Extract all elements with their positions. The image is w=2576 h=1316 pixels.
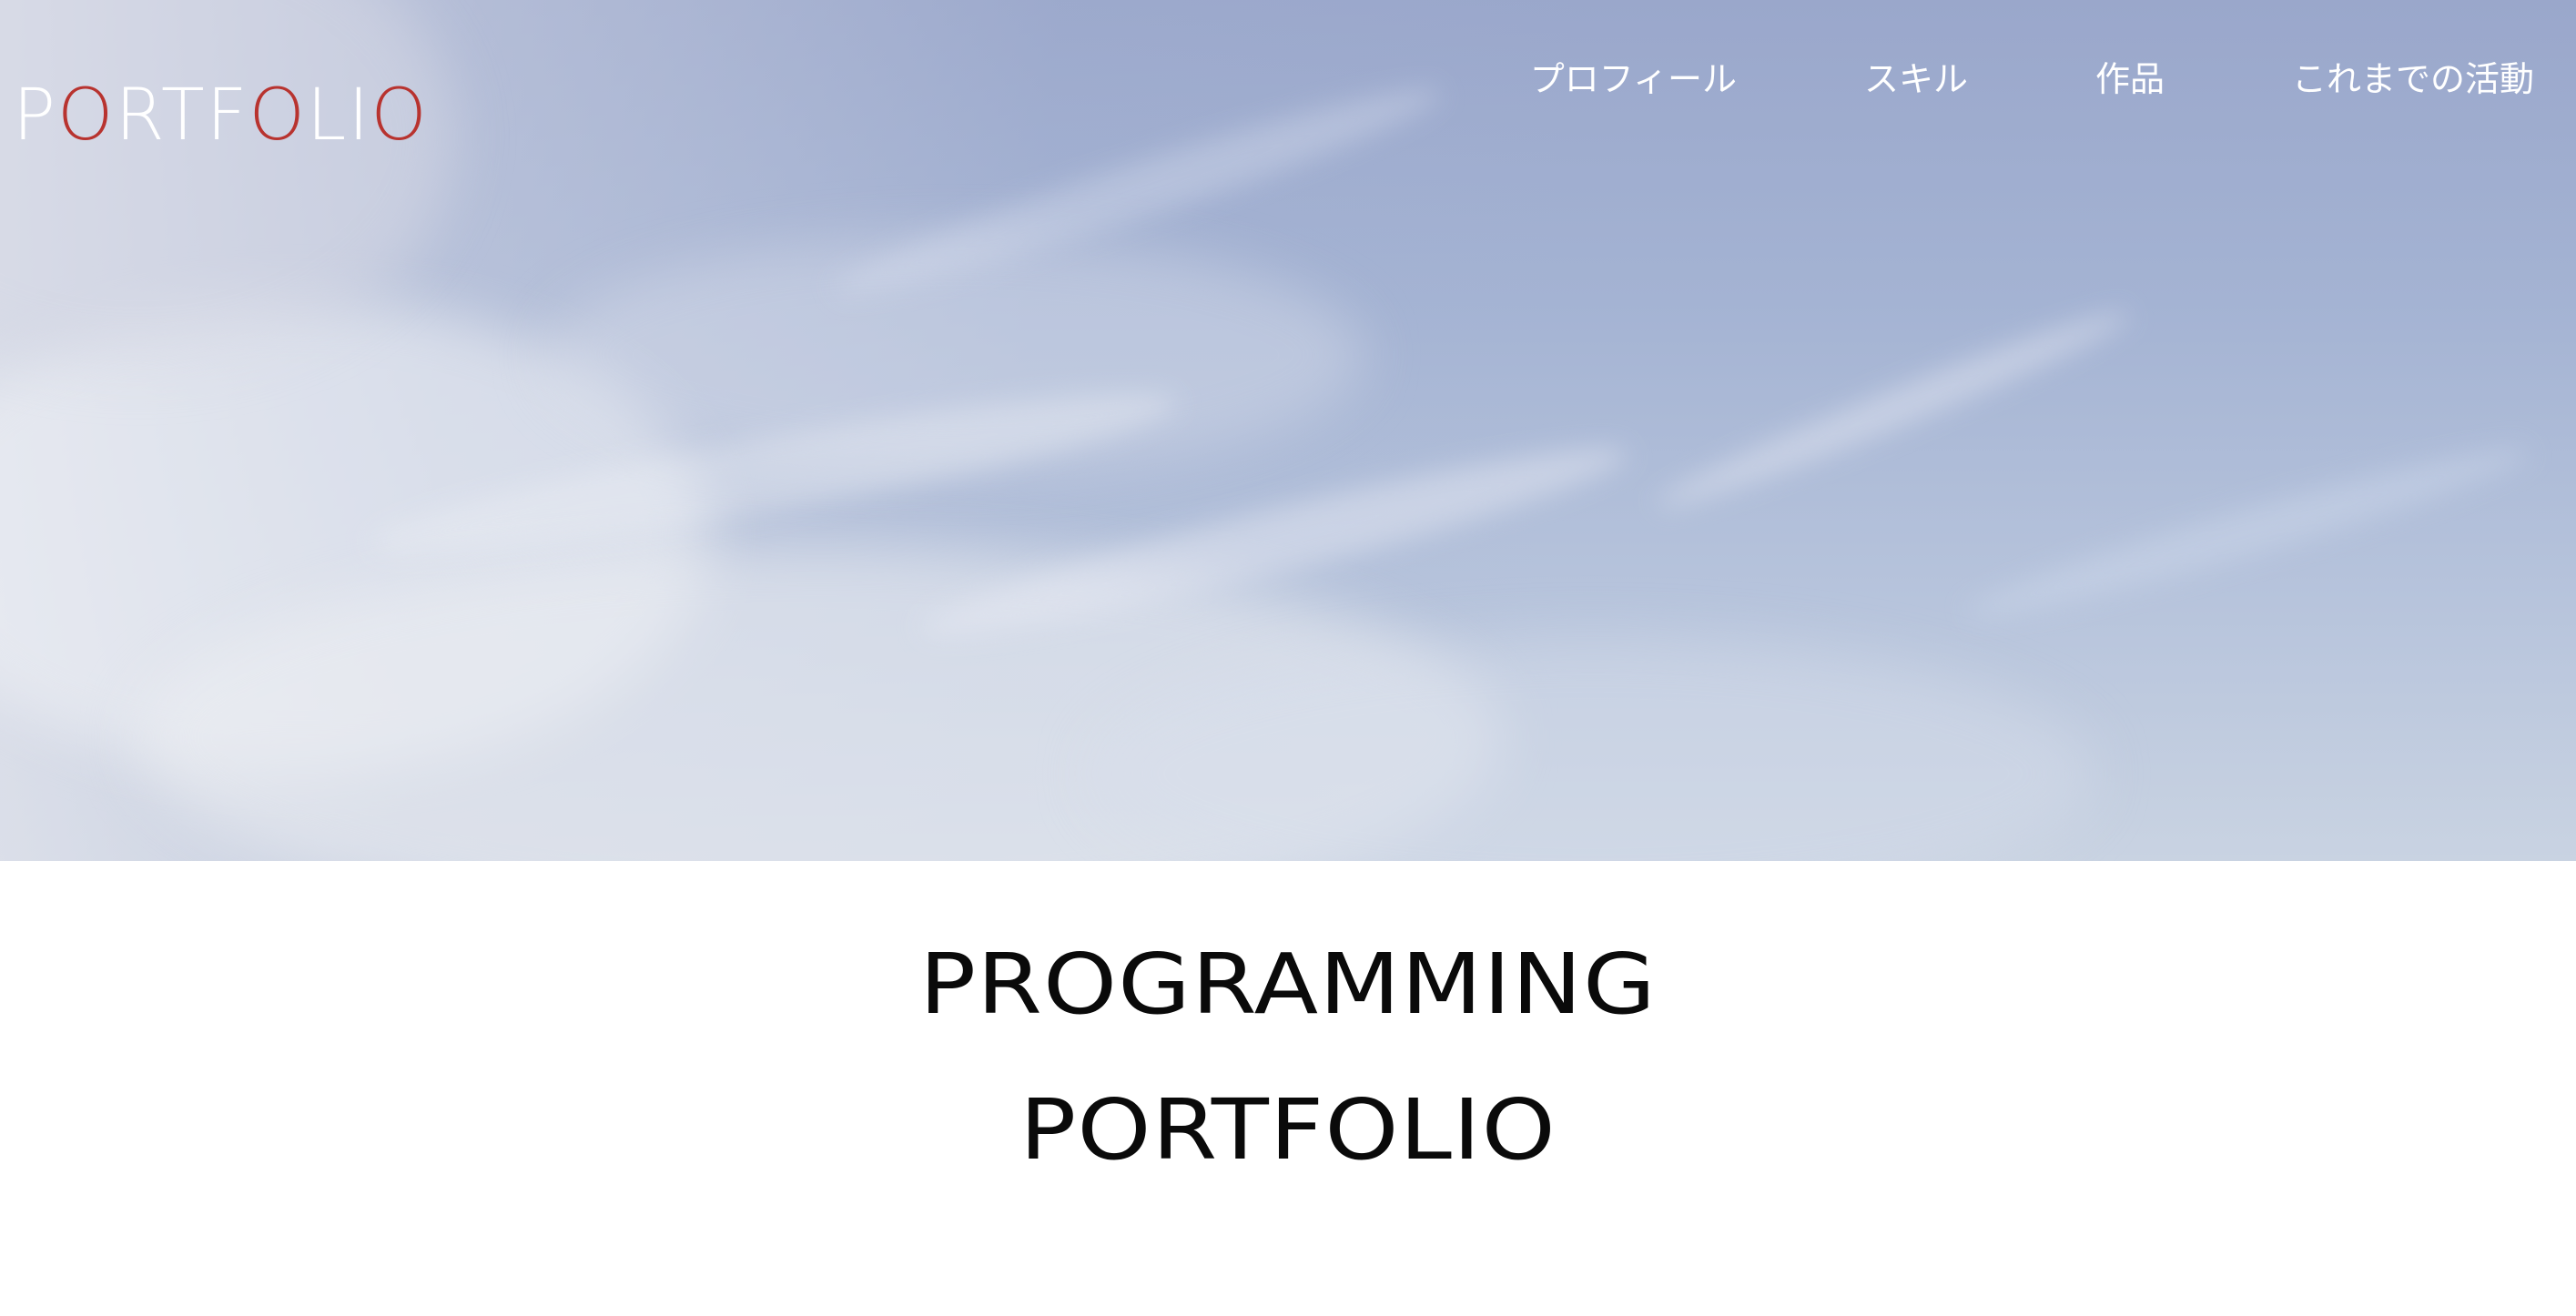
main-nav: プロフィール スキル 作品 これまでの活動 bbox=[1530, 56, 2534, 102]
logo-link[interactable]: PORTFOLIO bbox=[13, 80, 429, 151]
logo-letter: R bbox=[115, 75, 161, 157]
page: PORTFOLIO プロフィール スキル 作品 これまでの活動 PROGRAMM… bbox=[0, 0, 2576, 1316]
logo-letter: O bbox=[57, 75, 116, 157]
logo-letter: I bbox=[348, 75, 371, 157]
logo-letter: O bbox=[248, 75, 307, 157]
logo-letter: L bbox=[306, 75, 349, 157]
title-line-portfolio: PORTFOLIO bbox=[1019, 1081, 1557, 1179]
nav-item-works[interactable]: 作品 bbox=[2095, 56, 2165, 102]
logo-letter: O bbox=[370, 75, 429, 157]
title-line-programming: PROGRAMMING bbox=[918, 936, 1658, 1033]
nav-item-profile[interactable]: プロフィール bbox=[1530, 56, 1737, 102]
logo-letter: P bbox=[13, 75, 58, 157]
page-title: PROGRAMMING PORTFOLIO bbox=[0, 943, 2576, 1172]
logo-letter: F bbox=[206, 75, 249, 157]
logo-letter: T bbox=[160, 75, 207, 157]
nav-item-activities[interactable]: これまでの活動 bbox=[2292, 56, 2534, 102]
nav-item-skills[interactable]: スキル bbox=[1864, 56, 1968, 102]
hero-sky-image: PORTFOLIO プロフィール スキル 作品 これまでの活動 bbox=[0, 0, 2576, 861]
